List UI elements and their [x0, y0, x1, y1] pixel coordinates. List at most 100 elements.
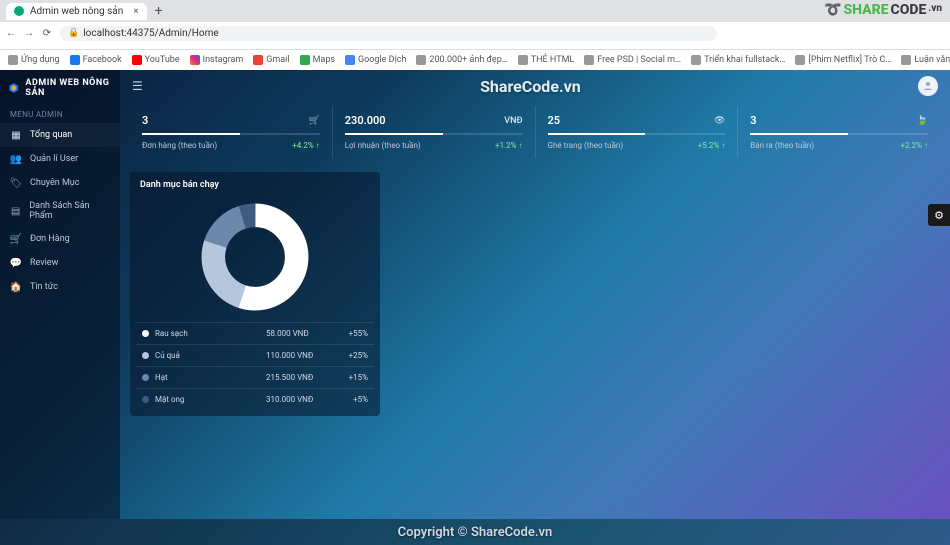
cart-icon: 🛒 [309, 116, 320, 126]
topbar: ☰ ShareCode.vn [120, 70, 950, 102]
settings-float-button[interactable]: ⚙ [928, 204, 950, 226]
sidebar-item-label: Tổng quan [30, 130, 72, 140]
favicon-icon [190, 55, 200, 65]
bookmark-item[interactable]: 200.000+ ảnh đẹp… [416, 55, 507, 65]
stat-subtitle: Lợi nhuận (theo tuần) [345, 141, 421, 150]
toolbar: ← → ⟳ 🔒 localhost:44375/Admin/Home [0, 22, 950, 44]
donut-wrap [130, 198, 380, 322]
legend-name: Hạt [155, 373, 168, 382]
grid-icon: ▦ [10, 129, 22, 141]
app-root: ADMIN WEB NÔNG SẢN MENU ADMIN ▦Tổng quan… [0, 70, 950, 539]
legend-swatch [142, 396, 149, 403]
bookmark-label: Ứng dụng [21, 55, 60, 65]
stat-delta: +5.2% ↑ [698, 141, 725, 150]
bookmark-item[interactable]: Google Dịch [345, 55, 406, 65]
back-icon[interactable]: ← [6, 28, 16, 39]
bookmark-label: Instagram [203, 55, 244, 65]
bookmark-item[interactable]: [Phim Netflix] Trò C… [795, 55, 891, 65]
legend-pct: +55% [334, 329, 368, 338]
favicon-icon [70, 55, 80, 65]
stat-card: 25👁 Ghé trang (theo tuần)+5.2% ↑ [536, 106, 739, 158]
stat-card: 230.000VNĐ Lợi nhuận (theo tuần)+1.2% ↑ [333, 106, 536, 158]
bookmark-item[interactable]: Gmail [253, 55, 289, 65]
sidebar-item-label: Tin tức [30, 282, 58, 292]
legend-name: Mật ong [155, 395, 184, 404]
user-icon [922, 80, 934, 92]
footer-text: Copyright © ShareCode.vn [398, 525, 553, 540]
stat-progress [750, 133, 928, 135]
favicon-icon [691, 55, 701, 65]
main: ☰ ShareCode.vn 3 🛒 Đơn hàng (theo tuần) +4… [120, 70, 950, 539]
sidebar-item[interactable]: ▦ Tổng quan [0, 123, 120, 147]
close-icon[interactable]: × [133, 6, 138, 17]
favicon-icon [584, 55, 594, 65]
stat-progress [345, 133, 523, 135]
gear-icon: ⚙ [934, 209, 944, 222]
sidebar-item-label: Review [30, 258, 58, 268]
bookmark-label: YouTube [145, 55, 180, 65]
stat-subtitle: Ghé trang (theo tuần) [548, 141, 624, 150]
legend-value: 215.500 VNĐ [266, 373, 334, 382]
bookmark-item[interactable]: Ứng dụng [8, 55, 60, 65]
stat-card: 3🍃 Bán ra (theo tuần)+2.2% ↑ [738, 106, 940, 158]
stats-row: 3🛒 Đơn hàng (theo tuần)+4.2% ↑ 230.000VN… [120, 102, 950, 162]
bookmark-label: Triển khai fullstack… [704, 55, 785, 65]
browser-chrome: Admin web nông sản × + ← → ⟳ 🔒 localhost… [0, 0, 950, 50]
sidebar-item[interactable]: 🏷Chuyên Mục [0, 171, 120, 195]
stat-delta: +4.2% ↑ [292, 141, 319, 150]
brand[interactable]: ADMIN WEB NÔNG SẢN [0, 70, 120, 106]
favicon-icon [300, 55, 310, 65]
logo-icon [8, 81, 19, 95]
sidebar-item[interactable]: 💬 Review [0, 251, 120, 275]
panel-title: Danh mục bán chạy [130, 172, 380, 198]
bookmark-label: 200.000+ ảnh đẹp… [429, 55, 507, 65]
bookmark-item[interactable]: YouTube [132, 55, 180, 65]
stat-value: 3 [750, 114, 756, 127]
avatar[interactable] [918, 76, 938, 96]
bookmark-item[interactable]: Free PSD | Social m… [584, 55, 681, 65]
legend-row: Mật ong 310.000 VNĐ +5% [136, 388, 374, 410]
stat-value: 230.000 [345, 114, 386, 127]
reload-icon[interactable]: ⟳ [42, 28, 52, 39]
bookmark-item[interactable]: Maps [300, 55, 335, 65]
sharecode-logo: ➰ SHARECODE.vn [824, 2, 942, 18]
bookmark-item[interactable]: Facebook [70, 55, 122, 65]
stat-delta: +2.2% ↑ [901, 141, 928, 150]
sidebar-item[interactable]: ▤Danh Sách Sản Phẩm [0, 195, 120, 227]
legend-swatch [142, 330, 149, 337]
bookmark-label: Google Dịch [358, 55, 406, 65]
hamburger-icon[interactable]: ☰ [132, 79, 143, 93]
new-tab-button[interactable]: + [155, 3, 163, 19]
sidebar-item[interactable]: 🏠Tin tức [0, 275, 120, 299]
sidebar-nav: ▦ Tổng quan 👥Quản lí User🏷Chuyên Mục▤Danh … [0, 123, 120, 299]
chart-panel: Danh mục bán chạy Rau sạch 58.000 VNĐ +5… [130, 172, 380, 416]
browser-tab[interactable]: Admin web nông sản × [6, 3, 147, 20]
stat-subtitle: Đơn hàng (theo tuần) [142, 141, 217, 150]
url-text: localhost:44375/Admin/Home [83, 28, 218, 39]
bookmark-label: Maps [313, 55, 335, 65]
favicon-icon [518, 55, 528, 65]
sidebar-item[interactable]: 🛒Đơn Hàng [0, 227, 120, 251]
bookmark-label: THẺ HTML [531, 55, 575, 65]
bookmark-item[interactable]: THẺ HTML [518, 55, 575, 65]
stat-progress [548, 133, 726, 135]
bookmarks-bar: Ứng dụng Facebook YouTube Instagram Gmail Map… [0, 50, 950, 70]
bookmark-item[interactable]: Instagram [190, 55, 244, 65]
url-bar[interactable]: 🔒 localhost:44375/Admin/Home [60, 26, 717, 41]
stat-delta: +1.2% ↑ [495, 141, 522, 150]
bookmark-item[interactable]: Luận văn - Các nhâ… [901, 55, 950, 65]
cart-icon: 🛒 [10, 233, 22, 245]
legend-pct: +5% [334, 395, 368, 404]
sidebar: ADMIN WEB NÔNG SẢN MENU ADMIN ▦Tổng quan… [0, 70, 120, 539]
chart-legend: Rau sạch 58.000 VNĐ +55% Củ quả 110.000 … [130, 322, 380, 416]
logo-vn: .vn [928, 3, 942, 14]
chat-icon: 💬 [10, 257, 22, 269]
sidebar-item[interactable]: 👥Quản lí User [0, 147, 120, 171]
legend-pct: +25% [334, 351, 368, 360]
tab-title: Admin web nông sản [30, 6, 123, 17]
forward-icon[interactable]: → [24, 28, 34, 39]
stat-subtitle: Bán ra (theo tuần) [750, 141, 814, 150]
bookmark-item[interactable]: Triển khai fullstack… [691, 55, 785, 65]
favicon-icon [132, 55, 142, 65]
logo-share: SHARE [843, 2, 888, 18]
